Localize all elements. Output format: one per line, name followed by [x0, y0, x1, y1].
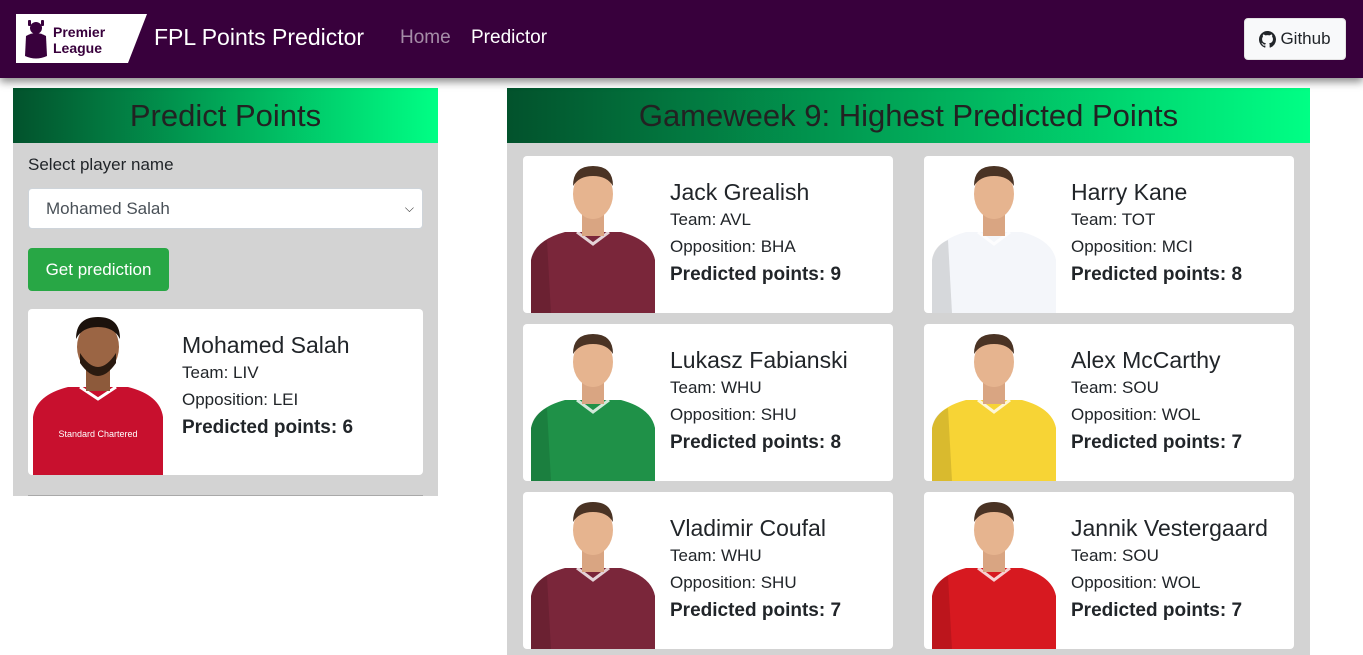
- player-card: Vladimir Coufal Team: WHU Opposition: SH…: [523, 492, 893, 649]
- player-card: Alex McCarthy Team: SOU Opposition: WOL …: [924, 324, 1294, 481]
- player-photo: [531, 502, 655, 649]
- player-info: Lukasz Fabianski Team: WHU Opposition: S…: [670, 346, 848, 457]
- predicted-points: Predicted points: 7: [1071, 600, 1243, 621]
- player-photo: [932, 334, 1056, 481]
- player-select[interactable]: Mohamed Salah ⌵: [28, 188, 423, 229]
- player-team: Team: WHU: [670, 546, 762, 565]
- player-card: Harry Kane Team: TOT Opposition: MCI Pre…: [924, 156, 1294, 313]
- player-photo: [531, 334, 655, 481]
- brand-title[interactable]: FPL Points Predictor: [154, 22, 364, 52]
- predicted-points: Predicted points: 9: [670, 264, 842, 285]
- predicted-points: Predicted points: 7: [670, 600, 842, 621]
- get-prediction-button[interactable]: Get prediction: [28, 248, 169, 291]
- player-team: Team: WHU: [670, 378, 762, 397]
- select-player-label: Select player name: [28, 155, 174, 174]
- player-opposition: Opposition: MCI: [1071, 237, 1193, 256]
- player-info: Jack Grealish Team: AVL Opposition: BHA …: [670, 178, 841, 289]
- player-team: Team: TOT: [1071, 210, 1156, 229]
- predicted-points: Predicted points: 7: [1071, 432, 1243, 453]
- player-photo: Standard Chartered: [33, 317, 163, 475]
- player-name: Harry Kane: [1071, 179, 1188, 205]
- player-photo: [932, 502, 1056, 649]
- player-team: Team: LIV: [182, 363, 259, 382]
- player-opposition: Opposition: BHA: [670, 237, 796, 256]
- player-team: Team: AVL: [670, 210, 751, 229]
- player-card: Jannik Vestergaard Team: SOU Opposition:…: [924, 492, 1294, 649]
- chevron-down-icon: ⌵: [404, 201, 414, 215]
- gameweek-panel: Gameweek 9: Highest Predicted Points Jac…: [507, 88, 1310, 655]
- player-photo: [932, 166, 1056, 313]
- logo-text-league: League: [53, 40, 102, 56]
- player-name: Vladimir Coufal: [670, 515, 826, 541]
- player-opposition: Opposition: WOL: [1071, 405, 1201, 424]
- nav-predictor-link[interactable]: Predictor: [471, 26, 547, 50]
- player-card: Jack Grealish Team: AVL Opposition: BHA …: [523, 156, 893, 313]
- navbar: Premier League FPL Points Predictor Home…: [0, 0, 1363, 78]
- github-button[interactable]: Github: [1244, 18, 1346, 60]
- player-info: Jannik Vestergaard Team: SOU Opposition:…: [1071, 514, 1268, 625]
- player-opposition: Opposition: SHU: [670, 405, 797, 424]
- player-name: Jack Grealish: [670, 179, 810, 205]
- predicted-points: Predicted points: 8: [670, 432, 842, 453]
- player-team: Team: SOU: [1071, 546, 1159, 565]
- nav-home-link[interactable]: Home: [400, 26, 451, 50]
- predict-panel-title: Predict Points: [13, 88, 438, 143]
- logo-text-premier: Premier: [53, 24, 106, 40]
- shirt-sponsor-text: Standard Chartered: [58, 429, 137, 439]
- player-name: Lukasz Fabianski: [670, 347, 848, 373]
- player-info: Alex McCarthy Team: SOU Opposition: WOL …: [1071, 346, 1242, 457]
- prediction-result-card: Standard Chartered Mohamed Salah Team: L…: [28, 309, 423, 475]
- github-label: Github: [1280, 29, 1331, 48]
- player-opposition: Opposition: WOL: [1071, 573, 1201, 592]
- github-icon: [1259, 30, 1277, 48]
- predicted-points: Predicted points: 6: [182, 417, 354, 438]
- player-team: Team: SOU: [1071, 378, 1159, 397]
- player-name: Alex McCarthy: [1071, 347, 1221, 373]
- predict-panel: Predict Points Select player name Mohame…: [13, 88, 438, 496]
- premier-league-logo[interactable]: Premier League: [16, 14, 147, 63]
- player-name: Mohamed Salah: [182, 332, 350, 358]
- gameweek-panel-title: Gameweek 9: Highest Predicted Points: [507, 88, 1310, 143]
- prediction-info: Mohamed Salah Team: LIV Opposition: LEI …: [182, 331, 353, 442]
- player-info: Vladimir Coufal Team: WHU Opposition: SH…: [670, 514, 841, 625]
- player-info: Harry Kane Team: TOT Opposition: MCI Pre…: [1071, 178, 1242, 289]
- player-opposition: Opposition: SHU: [670, 573, 797, 592]
- player-opposition: Opposition: LEI: [182, 390, 299, 409]
- player-photo: [531, 166, 655, 313]
- player-name: Jannik Vestergaard: [1071, 515, 1268, 541]
- player-select-value: Mohamed Salah: [46, 199, 170, 218]
- predicted-points: Predicted points: 8: [1071, 264, 1243, 285]
- player-card: Lukasz Fabianski Team: WHU Opposition: S…: [523, 324, 893, 481]
